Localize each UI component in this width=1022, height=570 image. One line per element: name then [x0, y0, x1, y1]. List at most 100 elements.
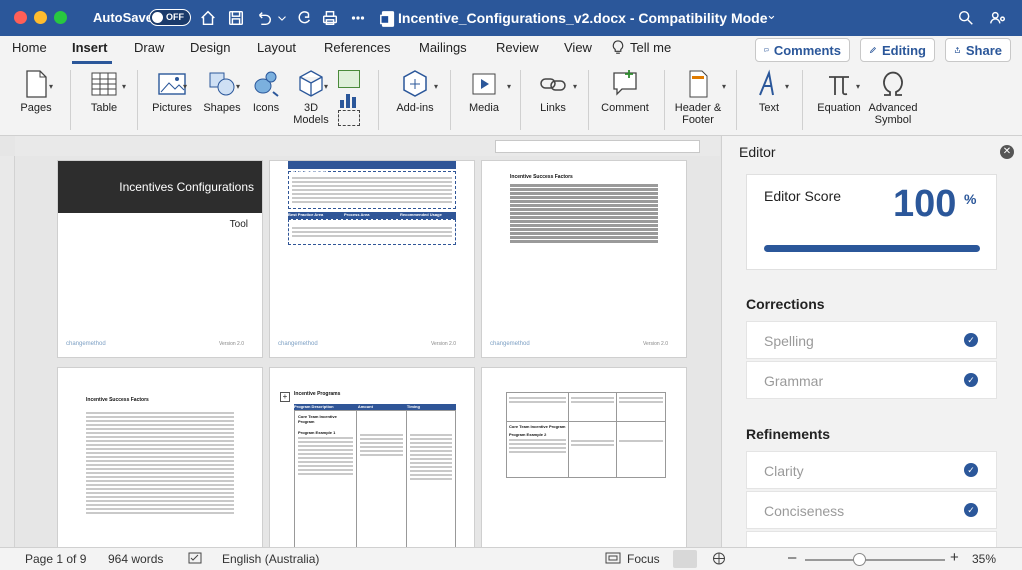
pencil-icon — [869, 46, 876, 54]
page-thumbnail-6[interactable]: Core Team Incentive Program Program Exam… — [481, 367, 687, 547]
page-thumbnail-5[interactable]: + Incentive Programs Program Description… — [269, 367, 475, 547]
text-line — [86, 496, 234, 498]
editor-pane: Editor ✕ Editor Score 100 % Corrections … — [721, 136, 1022, 547]
zoom-level[interactable]: 35% — [972, 552, 996, 566]
share-icon — [954, 46, 960, 53]
toc-entry — [510, 224, 658, 227]
horizontal-ruler[interactable] — [15, 136, 720, 156]
vertical-ruler[interactable] — [0, 156, 15, 547]
focus-icon[interactable] — [605, 552, 621, 567]
links-button[interactable]: Links — [532, 68, 574, 114]
3d-models-dropdown-icon[interactable]: ▾ — [324, 82, 328, 91]
addins-label: Add-ins — [396, 102, 434, 114]
table-move-handle-icon[interactable]: + — [280, 392, 290, 402]
home-icon[interactable] — [197, 7, 219, 29]
media-label: Media — [469, 102, 499, 114]
more-commands-icon[interactable] — [347, 7, 369, 29]
text-line — [409, 434, 452, 436]
autosave-toggle[interactable]: OFF — [149, 9, 191, 26]
smartart-icon[interactable] — [338, 70, 360, 88]
zoom-out-button[interactable]: – — [788, 549, 796, 566]
screenshot-icon[interactable] — [338, 110, 360, 126]
tab-view[interactable]: View — [564, 40, 592, 55]
comments-button[interactable]: Comments — [755, 38, 850, 62]
lightbulb-icon — [612, 40, 624, 54]
tab-mailings[interactable]: Mailings — [419, 40, 467, 55]
tell-me-search[interactable]: Tell me — [612, 40, 671, 55]
zoom-slider-thumb[interactable] — [853, 553, 866, 566]
comment-insert-button[interactable]: Comment — [598, 68, 652, 114]
tab-draw[interactable]: Draw — [134, 40, 164, 55]
title-caret[interactable]: ⌄ — [766, 7, 777, 23]
table-button[interactable]: Table — [82, 68, 126, 114]
text-line — [86, 508, 234, 510]
grammar-item[interactable]: Grammar ✓ — [746, 361, 997, 399]
word-count[interactable]: 964 words — [108, 552, 163, 566]
page-thumbnail-1[interactable]: Incentives Configurations Tool changemet… — [57, 160, 263, 358]
media-dropdown-icon[interactable]: ▾ — [507, 82, 511, 91]
account-icon[interactable] — [987, 7, 1009, 29]
chart-icon[interactable] — [338, 90, 360, 108]
equation-button[interactable]: Equation — [814, 68, 864, 114]
document-canvas[interactable]: Incentives Configurations Tool changemet… — [0, 136, 720, 547]
print-icon[interactable] — [319, 7, 341, 29]
pictures-button[interactable]: Pictures — [148, 68, 196, 114]
3d-models-button[interactable]: 3D Models — [289, 68, 333, 126]
maximize-window-button[interactable] — [54, 11, 67, 24]
language-label[interactable]: English (Australia) — [222, 552, 319, 566]
proofing-icon[interactable] — [188, 552, 202, 567]
media-button[interactable]: Media — [462, 68, 506, 114]
pages-button[interactable]: Pages — [16, 68, 56, 114]
tab-insert[interactable]: Insert — [72, 40, 107, 55]
undo-icon[interactable] — [253, 7, 275, 29]
close-pane-icon[interactable]: ✕ — [1000, 145, 1014, 159]
print-layout-view-icon[interactable] — [673, 550, 697, 568]
page-thumbnail-3[interactable]: Incentive Success Factors changemethod V… — [481, 160, 687, 358]
shapes-button[interactable]: Shapes — [200, 68, 244, 114]
page-count[interactable]: Page 1 of 9 — [25, 552, 86, 566]
undo-dropdown-icon[interactable] — [275, 7, 289, 29]
tab-review[interactable]: Review — [496, 40, 539, 55]
icons-button[interactable]: Icons — [248, 68, 284, 114]
zoom-in-button[interactable]: + — [950, 549, 959, 566]
tab-layout[interactable]: Layout — [257, 40, 296, 55]
minimize-window-button[interactable] — [34, 11, 47, 24]
header-footer-button[interactable]: Header & Footer — [672, 68, 724, 126]
zoom-slider[interactable] — [805, 553, 945, 566]
text-button[interactable]: Text — [748, 68, 790, 114]
links-dropdown-icon[interactable]: ▾ — [573, 82, 577, 91]
close-window-button[interactable] — [14, 11, 27, 24]
search-icon[interactable] — [955, 7, 977, 29]
editing-button[interactable]: Editing — [860, 38, 935, 62]
text-dropdown-icon[interactable]: ▾ — [785, 82, 789, 91]
document-title[interactable]: Incentive_Configurations_v2.docx - Compa… — [398, 10, 768, 26]
cube-icon — [299, 70, 323, 97]
share-button[interactable]: Share — [945, 38, 1011, 62]
addins-dropdown-icon[interactable]: ▾ — [434, 82, 438, 91]
text-line — [509, 401, 566, 403]
page-thumbnail-2[interactable]: About this tool Best Practice Area Proce… — [269, 160, 475, 358]
pages-dropdown-icon[interactable]: ▾ — [49, 82, 53, 91]
refinement-item-partial[interactable] — [746, 531, 997, 547]
pictures-dropdown-icon[interactable]: ▾ — [183, 82, 187, 91]
clarity-item[interactable]: Clarity ✓ — [746, 451, 997, 489]
editor-score-bar — [764, 245, 980, 252]
redo-icon[interactable] — [293, 7, 315, 29]
shapes-dropdown-icon[interactable]: ▾ — [236, 82, 240, 91]
addins-button[interactable]: Add-ins — [392, 68, 438, 114]
header-footer-dropdown-icon[interactable]: ▾ — [722, 82, 726, 91]
conciseness-item[interactable]: Conciseness ✓ — [746, 491, 997, 529]
save-icon[interactable] — [225, 7, 247, 29]
spelling-item[interactable]: Spelling ✓ — [746, 321, 997, 359]
toc-entry — [510, 188, 658, 191]
tab-references[interactable]: References — [324, 40, 390, 55]
equation-dropdown-icon[interactable]: ▾ — [856, 82, 860, 91]
icons-label: Icons — [252, 102, 280, 114]
advanced-symbol-button[interactable]: Advanced Symbol — [866, 68, 920, 126]
tab-design[interactable]: Design — [190, 40, 230, 55]
web-layout-view-icon[interactable] — [712, 552, 726, 568]
focus-label[interactable]: Focus — [627, 552, 660, 566]
tab-home[interactable]: Home — [12, 40, 47, 55]
page-thumbnail-4[interactable]: Incentive Success Factors — [57, 367, 263, 547]
table-dropdown-icon[interactable]: ▾ — [122, 82, 126, 91]
